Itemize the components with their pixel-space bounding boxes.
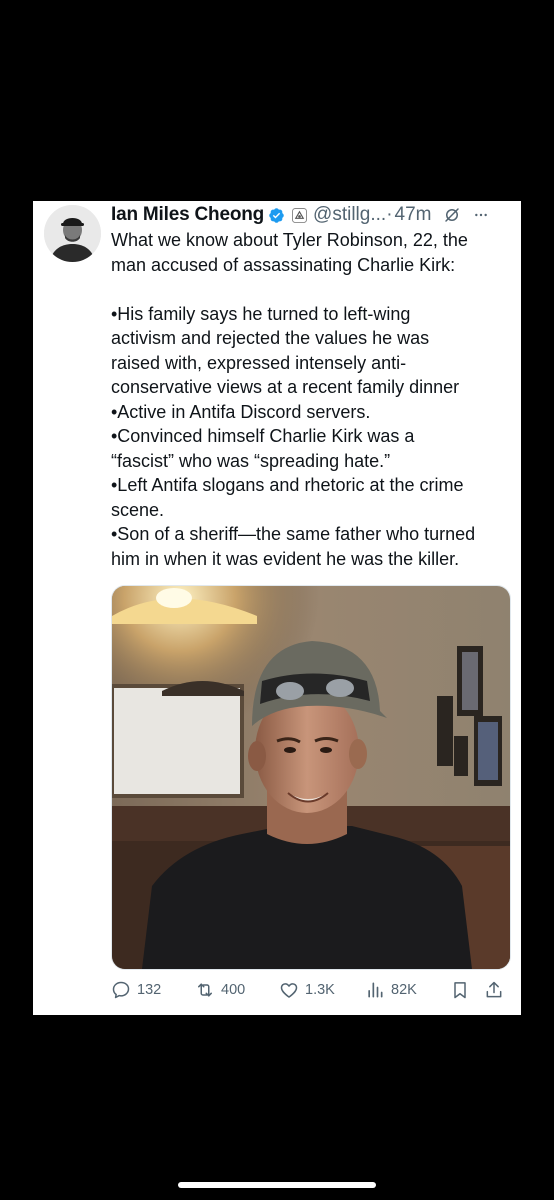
views-button[interactable]: 82K (365, 978, 417, 1002)
tweet-line: •Convinced himself Charlie Kirk was a (111, 426, 415, 446)
tweet-line: him in when it was evident he was the ki… (111, 548, 460, 569)
repost-icon (198, 983, 212, 997)
tweet-line: scene. (111, 499, 165, 520)
repost-count: 400 (221, 982, 246, 998)
author-name[interactable]: Ian Miles Cheong (111, 204, 264, 226)
views-count: 82K (391, 982, 417, 998)
share-icon (486, 981, 502, 998)
tweet-card[interactable]: Ian Miles Cheong @stillg... · 47m What w… (33, 201, 521, 1015)
reply-icon (112, 981, 130, 999)
share-button[interactable] (484, 978, 510, 1002)
more-icon[interactable] (473, 207, 489, 223)
tweet-line: activism and rejected the values he was (111, 328, 430, 348)
like-button[interactable]: 1.3K (279, 978, 335, 1002)
action-bar: 132 400 1.3K 82K (111, 978, 511, 1002)
reply-button[interactable]: 132 (111, 978, 161, 1002)
bookmark-icon (454, 982, 466, 999)
tweet-text: What we know about Tyler Robinson, 22, t… (111, 228, 511, 571)
affiliation-badge-icon (292, 207, 308, 223)
avatar[interactable] (44, 205, 101, 262)
like-icon (280, 983, 298, 998)
tweet-line: •Left Antifa slogans and rhetoric at the… (111, 475, 464, 495)
tweet-line: •Son of a sheriff—the same father who tu… (111, 524, 476, 544)
reply-count: 132 (137, 982, 162, 998)
tweet-line: “fascist” who was “spreading hate.” (111, 450, 391, 471)
timestamp[interactable]: 47m (395, 204, 432, 226)
tweet-line: conservative views at a recent family di… (111, 377, 460, 397)
views-icon (368, 982, 383, 998)
repost-button[interactable]: 400 (195, 978, 245, 1002)
bookmark-button[interactable] (450, 978, 476, 1002)
tweet-photo[interactable] (111, 585, 511, 970)
separator-dot: · (386, 204, 393, 225)
verified-badge-icon (269, 207, 284, 223)
tweet-line: •Active in Antifa Discord servers. (111, 401, 371, 422)
avatar-image (44, 205, 101, 262)
tweet-line: raised with, expressed intensely anti- (111, 352, 407, 373)
like-count: 1.3K (305, 982, 335, 998)
tweet-line: What we know about Tyler Robinson, 22, t… (111, 230, 468, 250)
home-indicator[interactable] (178, 1182, 376, 1188)
tweet-line: •His family says he turned to left-wing (111, 303, 411, 324)
author-handle[interactable]: @stillg... (313, 204, 386, 226)
photo-image (112, 586, 510, 969)
tweet-header: Ian Miles Cheong @stillg... · 47m (111, 202, 511, 228)
tweet-line: man accused of assassinating Charlie Kir… (111, 254, 456, 275)
grok-icon[interactable] (443, 206, 461, 224)
